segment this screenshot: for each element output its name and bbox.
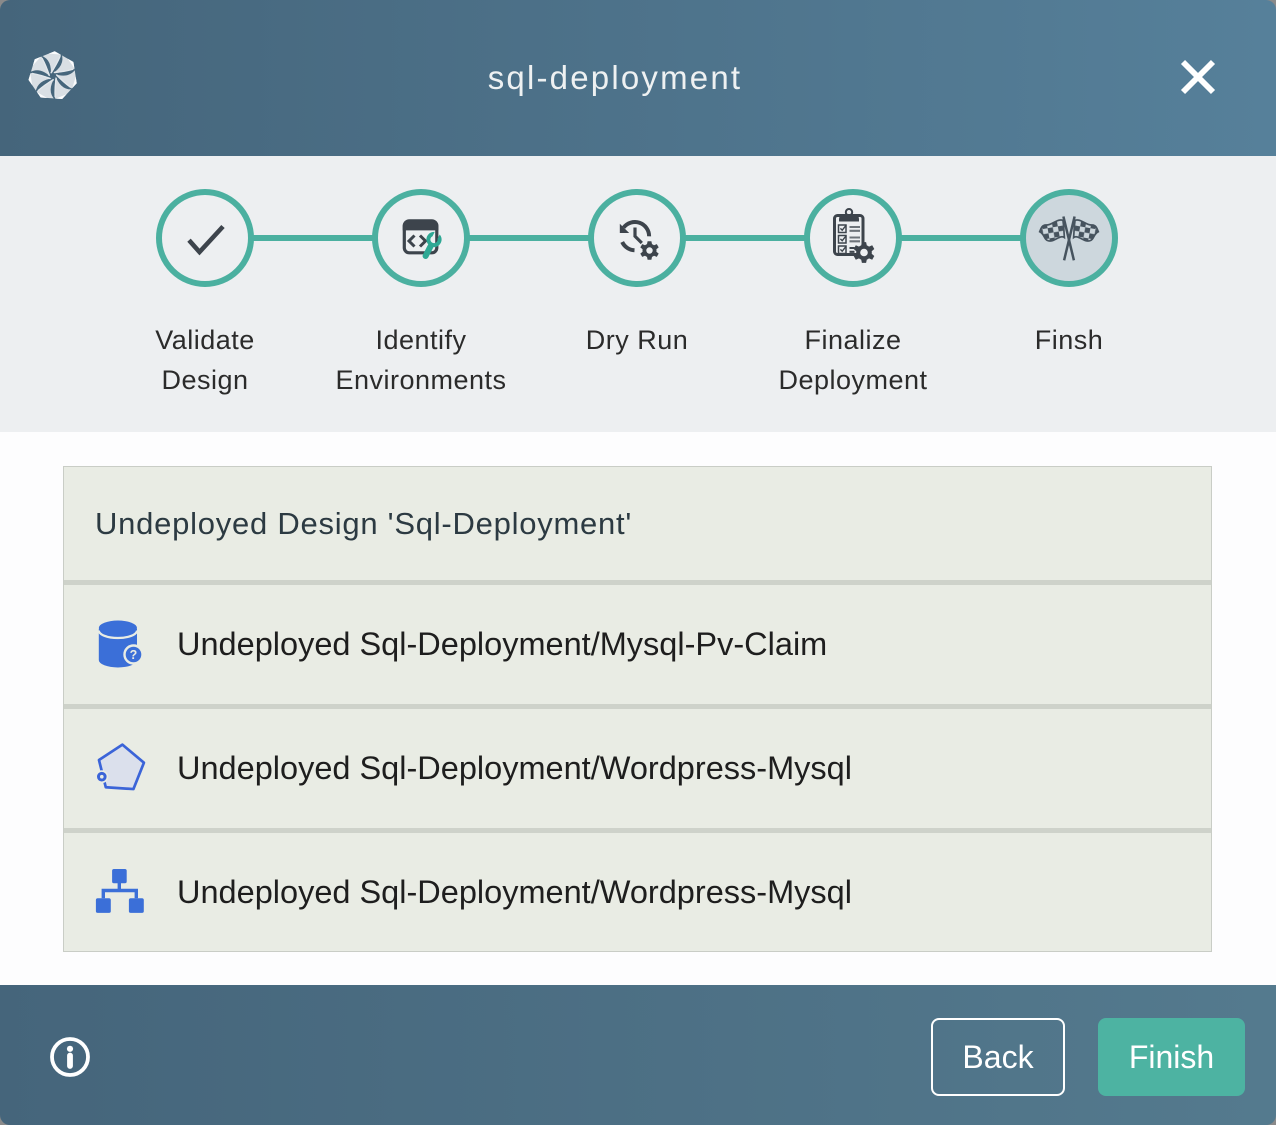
svg-text:?: ? — [130, 648, 138, 662]
